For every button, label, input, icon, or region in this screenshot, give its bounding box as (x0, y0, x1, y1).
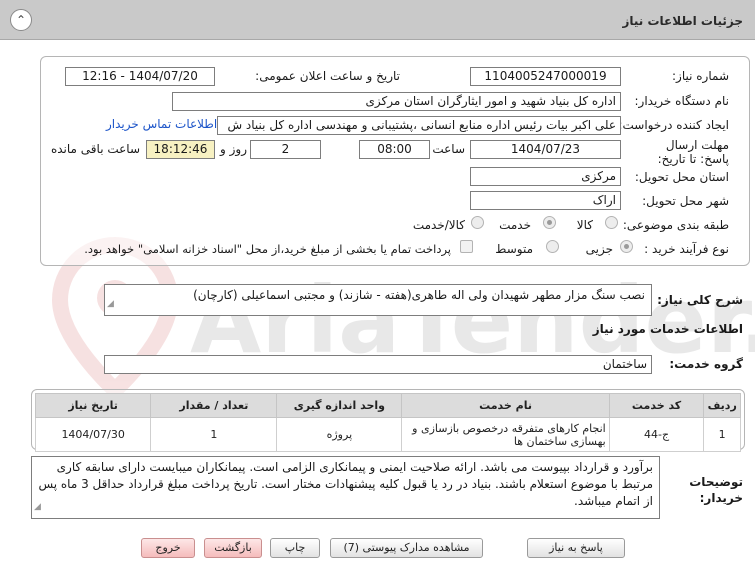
category-radio-goods-service[interactable] (471, 216, 484, 229)
resize-grip-icon[interactable]: ◢ (34, 499, 41, 516)
services-section-title: اطلاعات خدمات مورد نیاز (592, 322, 743, 336)
category-option-goods-service: کالا/خدمت (412, 218, 465, 232)
remaining-time-field: 18:12:46 (146, 140, 215, 159)
purchase-type-radio-minor[interactable] (620, 240, 633, 253)
exit-button[interactable]: خروج (141, 538, 195, 558)
remaining-days-field: 2 (250, 140, 321, 159)
province-field: مرکزی (470, 167, 621, 186)
table-header-cell: واحد اندازه گیری (276, 393, 403, 418)
table-cell: ج-44 (608, 417, 705, 452)
services-table: ردیف کد خدمت نام خدمت واحد اندازه گیری تعداد… (34, 393, 741, 452)
table-cell: 1 (150, 417, 278, 452)
buyer-org-label: نام دستگاه خریدار: (634, 94, 730, 108)
purchase-type-option-medium: متوسط (495, 242, 533, 256)
table-header-cell: تاریخ نیاز (34, 393, 152, 418)
table-cell: 1404/07/30 (34, 417, 152, 452)
treasury-payment-note: پرداخت تمام یا بخشی از مبلغ خرید،از محل … (84, 242, 451, 256)
need-number-label: شماره نیاز: (672, 69, 729, 83)
table-header-cell: نام خدمت (401, 393, 610, 418)
creator-field: علی اکبر بیات رئیس اداره منابع انسانی ،پ… (217, 116, 621, 135)
category-radio-goods[interactable] (605, 216, 618, 229)
buyer-org-field: اداره کل بنیاد شهید و امور ایثارگران است… (172, 92, 621, 111)
deadline-date-field: 1404/07/23 (470, 140, 621, 159)
reply-button[interactable]: پاسخ به نیاز (527, 538, 625, 558)
deadline-label: مهلت ارسال پاسخ: تا تاریخ: (657, 138, 729, 166)
buyer-notes-field: برآورد و قرارداد بپیوست می باشد. ارائه ص… (31, 456, 660, 519)
summary-text: نصب سنگ مزار مطهر شهیدان ولی اله طاهری(ه… (193, 288, 645, 302)
back-button[interactable]: بازگشت (204, 538, 262, 558)
remaining-time-label: ساعت باقی مانده (50, 142, 140, 156)
table-cell: 1 (703, 417, 741, 452)
table-header-cell: کد خدمت (608, 393, 705, 418)
deadline-time-label: ساعت (432, 142, 465, 156)
resize-grip-icon[interactable]: ◢ (107, 296, 114, 313)
table-cell: انجام کارهای متفرقه درخصوص بازسازی و بهس… (401, 417, 610, 452)
view-documents-button[interactable]: مشاهده مدارک پیوستی (7) (330, 538, 483, 558)
announce-datetime-field: 1404/07/20 - 12:16 (65, 67, 215, 86)
city-field: اراک (470, 191, 621, 210)
deadline-time-field: 08:00 (359, 140, 430, 159)
category-option-goods: کالا (576, 218, 593, 232)
table-header-cell: تعداد / مقدار (150, 393, 278, 418)
purchase-type-label: نوع فرآیند خرید : (644, 242, 729, 256)
page-title: جزئیات اطلاعات نیاز (622, 14, 743, 28)
service-group-label: گروه خدمت: (669, 357, 743, 371)
table-cell: پروژه (276, 417, 403, 452)
summary-label: شرح کلی نیاز: (657, 293, 743, 307)
announce-datetime-label: تاریخ و ساعت اعلان عمومی: (255, 69, 400, 83)
buyer-contact-link[interactable]: اطلاعات تماس خریدار (106, 117, 217, 131)
buyer-notes-label: توضیحات خریدار: (689, 475, 743, 505)
creator-label: ایجاد کننده درخواست: (618, 118, 729, 132)
category-radio-service[interactable] (543, 216, 556, 229)
page-header: جزئیات اطلاعات نیاز ⌃ (0, 0, 755, 40)
table-header-cell: ردیف (703, 393, 741, 418)
table-row: 1 ج-44 انجام کارهای متفرقه درخصوص بازسازی … (34, 417, 741, 452)
service-group-field: ساختمان (104, 355, 652, 374)
buyer-notes-text: برآورد و قرارداد بپیوست می باشد. ارائه ص… (38, 460, 653, 508)
city-label: شهر محل تحویل: (642, 194, 729, 208)
purchase-type-radio-medium[interactable] (546, 240, 559, 253)
chevron-up-icon[interactable]: ⌃ (10, 9, 32, 31)
category-option-service: خدمت (499, 218, 531, 232)
summary-field: نصب سنگ مزار مطهر شهیدان ولی اله طاهری(ه… (104, 284, 652, 316)
remaining-days-label: روز و (220, 142, 247, 156)
print-button[interactable]: چاپ (270, 538, 320, 558)
purchase-type-option-minor: جزیی (585, 242, 613, 256)
treasury-payment-checkbox[interactable] (460, 240, 473, 253)
need-number-field: 1104005247000019 (470, 67, 621, 86)
province-label: استان محل تحویل: (634, 170, 729, 184)
category-label: طبقه بندی موضوعی: (622, 218, 729, 232)
